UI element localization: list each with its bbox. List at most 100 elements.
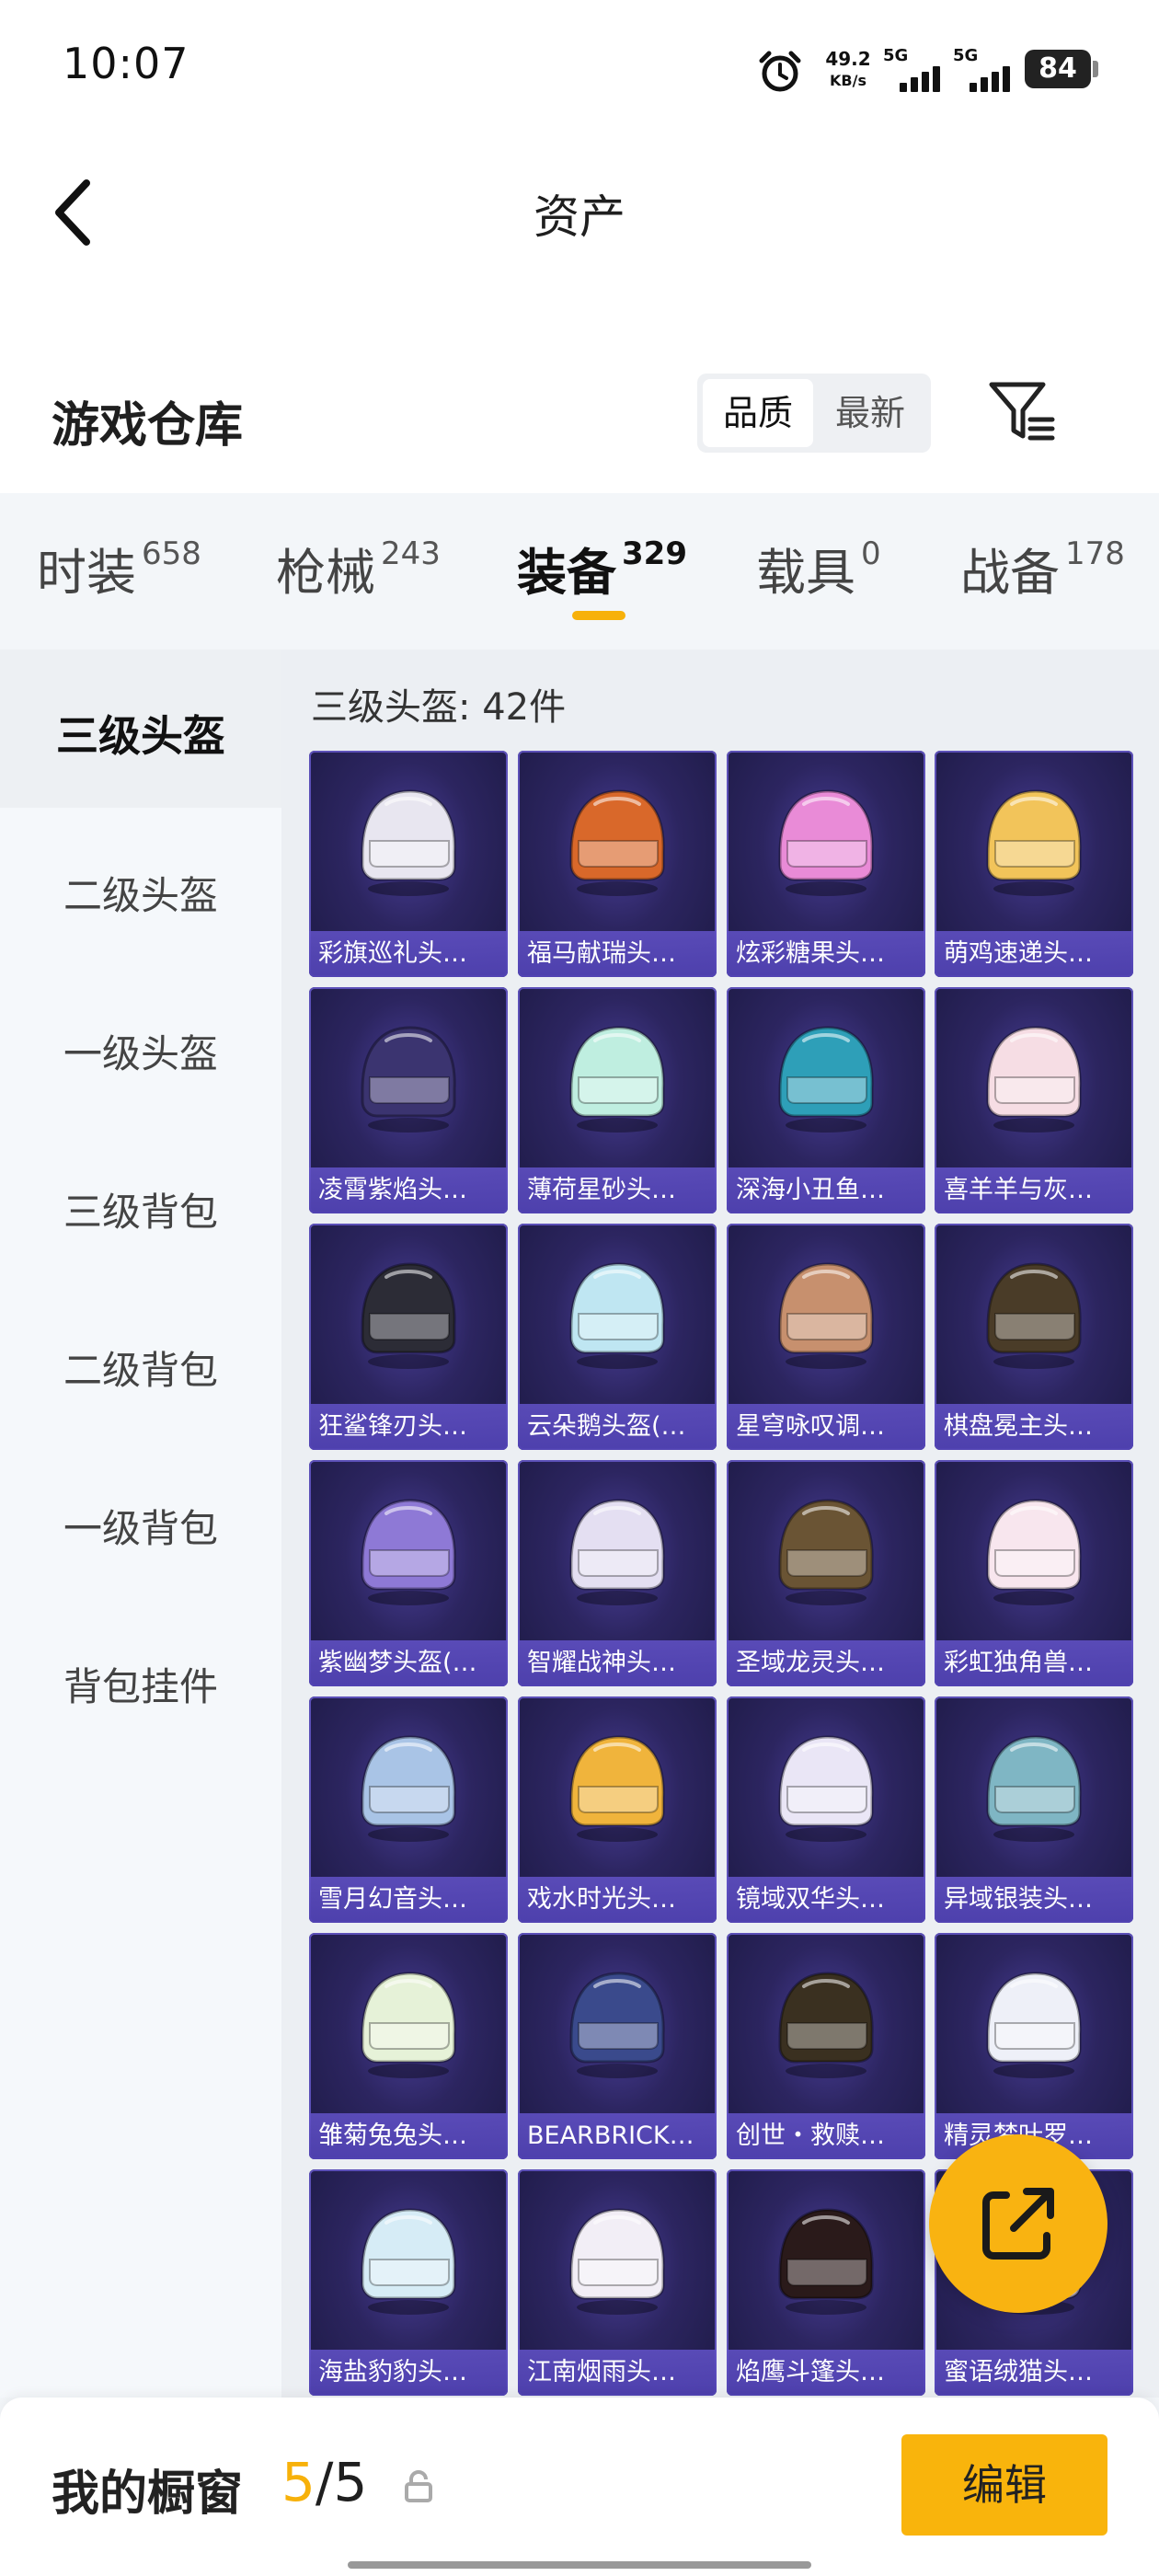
sidebar-item-level1-backpack[interactable]: 一级背包: [0, 1498, 281, 1554]
helmet-icon: [361, 1972, 456, 2078]
item-card[interactable]: 精灵梦叶罗…: [935, 1933, 1133, 2159]
helmet-icon: [986, 789, 1082, 896]
item-card[interactable]: 智耀战神头…: [518, 1460, 717, 1686]
helmet-icon: [986, 1972, 1082, 2078]
lock-icon: [403, 2469, 434, 2506]
sidebar-item-level3-backpack[interactable]: 三级背包: [0, 1181, 281, 1237]
showcase-count: 5/5: [281, 2451, 368, 2513]
helmet-icon: [986, 1499, 1082, 1605]
item-card[interactable]: 深海小丑鱼…: [727, 987, 925, 1213]
active-tab-indicator: [572, 611, 625, 620]
sidebar-item-level1-helmet[interactable]: 一级头盔: [0, 1023, 281, 1079]
filter-button[interactable]: [986, 375, 1060, 449]
helmet-icon: [778, 1026, 874, 1133]
clock: 10:07: [63, 39, 189, 88]
item-card[interactable]: 彩旗巡礼头…: [309, 751, 508, 977]
external-link-icon: [982, 2188, 1054, 2260]
item-card[interactable]: 凌霄紫焰头…: [309, 987, 508, 1213]
item-card[interactable]: 炫彩糖果头…: [727, 751, 925, 977]
item-name: 雏菊兔兔头…: [309, 2113, 508, 2159]
tab-fashion[interactable]: 时装 658: [37, 532, 201, 605]
item-card[interactable]: 焰鹰斗篷头…: [727, 2169, 925, 2396]
helmet-icon: [361, 1499, 456, 1605]
item-name: 喜羊羊与灰…: [935, 1167, 1133, 1213]
item-card[interactable]: 棋盘冕主头…: [935, 1224, 1133, 1450]
item-card[interactable]: 福马献瑞头…: [518, 751, 717, 977]
sidebar-item-level2-helmet[interactable]: 二级头盔: [0, 865, 281, 921]
item-card[interactable]: 海盐豹豹头…: [309, 2169, 508, 2396]
share-button[interactable]: [929, 2134, 1107, 2313]
item-name: 智耀战神头…: [518, 1640, 717, 1686]
helmet-icon: [361, 789, 456, 896]
helmet-icon: [778, 1972, 874, 2078]
sidebar-item-level2-backpack[interactable]: 二级背包: [0, 1340, 281, 1396]
item-name: 镜域双华头…: [727, 1877, 925, 1923]
item-name: 雪月幻音头…: [309, 1877, 508, 1923]
home-indicator: [348, 2561, 811, 2569]
item-card[interactable]: 狂鲨锋刃头…: [309, 1224, 508, 1450]
item-card[interactable]: 江南烟雨头…: [518, 2169, 717, 2396]
helmet-icon: [361, 1026, 456, 1133]
helmet-icon: [778, 789, 874, 896]
tab-combat-gear[interactable]: 战备 178: [960, 532, 1125, 605]
item-card[interactable]: 萌鸡速递头…: [935, 751, 1133, 977]
item-card[interactable]: 创世・救赎…: [727, 1933, 925, 2159]
item-name: 彩旗巡礼头…: [309, 931, 508, 977]
helmet-icon: [986, 1262, 1082, 1369]
sidebar-item-backpack-charm[interactable]: 背包挂件: [0, 1656, 281, 1712]
alarm-icon: [756, 48, 804, 99]
item-name: 蜜语绒猫头…: [935, 2350, 1133, 2396]
helmet-icon: [361, 2208, 456, 2315]
grid-count-label: 三级头盔: 42件: [311, 686, 567, 729]
sort-option-quality[interactable]: 品质: [703, 379, 813, 447]
chevron-left-icon: [55, 179, 90, 246]
helmet-icon: [569, 1262, 665, 1369]
item-card[interactable]: 紫幽梦头盔(…: [309, 1460, 508, 1686]
item-card[interactable]: BEARBRICK…: [518, 1933, 717, 2159]
helmet-icon: [569, 789, 665, 896]
filter-icon: [989, 382, 1055, 441]
sidebar-item-level3-helmet[interactable]: 三级头盔: [0, 703, 281, 764]
back-button[interactable]: [40, 171, 105, 254]
item-card[interactable]: 薄荷星砂头…: [518, 987, 717, 1213]
helmet-icon: [361, 1735, 456, 1842]
item-name: 戏水时光头…: [518, 1877, 717, 1923]
tab-firearms[interactable]: 枪械 243: [276, 532, 441, 605]
item-card[interactable]: 圣域龙灵头…: [727, 1460, 925, 1686]
item-name: 海盐豹豹头…: [309, 2350, 508, 2396]
item-card[interactable]: 彩虹独角兽…: [935, 1460, 1133, 1686]
item-name: 云朵鹅头盔(…: [518, 1404, 717, 1450]
item-card[interactable]: 镜域双华头…: [727, 1696, 925, 1923]
network-speed: 49.2 KB/s: [825, 48, 871, 89]
item-name: 福马献瑞头…: [518, 931, 717, 977]
item-card[interactable]: 异域银装头…: [935, 1696, 1133, 1923]
helmet-icon: [569, 2208, 665, 2315]
showcase-label: 我的橱窗: [52, 2467, 244, 2522]
item-name: BEARBRICK…: [518, 2113, 717, 2159]
header: [0, 138, 1159, 359]
item-name: 江南烟雨头…: [518, 2350, 717, 2396]
item-card[interactable]: 喜羊羊与灰…: [935, 987, 1133, 1213]
helmet-icon: [986, 1026, 1082, 1133]
sort-option-newest[interactable]: 最新: [815, 379, 925, 447]
helmet-icon: [778, 1262, 874, 1369]
tab-vehicles[interactable]: 载具 0: [756, 532, 881, 605]
sort-toggle: 品质 最新: [697, 374, 931, 453]
item-name: 薄荷星砂头…: [518, 1167, 717, 1213]
tab-equipment[interactable]: 装备 329: [517, 532, 687, 605]
helmet-icon: [569, 1026, 665, 1133]
item-card[interactable]: 云朵鹅头盔(…: [518, 1224, 717, 1450]
item-name: 凌霄紫焰头…: [309, 1167, 508, 1213]
signal-icon: 5G: [883, 46, 949, 94]
helmet-icon: [778, 1735, 874, 1842]
item-card[interactable]: 星穹咏叹调…: [727, 1224, 925, 1450]
item-card[interactable]: 雪月幻音头…: [309, 1696, 508, 1923]
helmet-icon: [569, 1972, 665, 2078]
helmet-icon: [569, 1735, 665, 1842]
item-card[interactable]: 雏菊兔兔头…: [309, 1933, 508, 2159]
helmet-icon: [986, 1735, 1082, 1842]
edit-button[interactable]: 编辑: [901, 2434, 1107, 2536]
item-card[interactable]: 戏水时光头…: [518, 1696, 717, 1923]
item-name: 彩虹独角兽…: [935, 1640, 1133, 1686]
item-name: 棋盘冕主头…: [935, 1404, 1133, 1450]
